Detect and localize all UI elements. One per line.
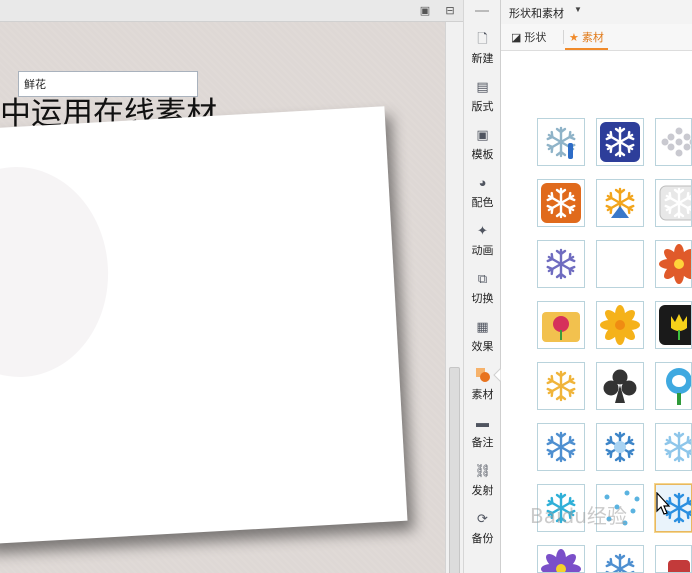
tab-shapes[interactable]: ◪ 形状 — [511, 28, 546, 50]
material-thumb-snowflake-dots[interactable] — [655, 118, 692, 166]
tool-label: 素材 — [471, 388, 494, 401]
paper-shading — [0, 162, 114, 382]
chevron-down-icon[interactable]: ▼ — [574, 5, 582, 14]
blank-icon — [597, 241, 643, 287]
tool-label: 动画 — [471, 244, 494, 257]
mouse-cursor-icon — [656, 492, 671, 515]
new-doc-icon: 🗋 — [477, 31, 488, 46]
tool-label: 模板 — [471, 148, 494, 161]
tool-label: 新建 — [471, 52, 494, 65]
material-thumb-fire-flower[interactable] — [655, 362, 692, 410]
material-icon — [475, 367, 491, 383]
tool-label: 发射 — [471, 484, 494, 497]
tab-divider — [563, 30, 564, 44]
material-thumb-red-partial[interactable] — [655, 545, 692, 573]
vertical-scrollbar[interactable] — [445, 22, 463, 573]
material-thumb-snowflake-purple-outline[interactable] — [537, 240, 585, 288]
tool-effect[interactable]: ▦ 效果 — [464, 319, 501, 365]
template-icon: ▣ — [476, 127, 489, 142]
palette-icon: ◕ — [478, 175, 487, 190]
snowflake-gold-blue-icon — [605, 187, 635, 219]
layout-icon: ▤ — [476, 79, 489, 94]
material-thumb-snowflake-thermometer[interactable] — [537, 118, 585, 166]
snowflake-purple-outline-icon — [546, 248, 576, 280]
star-icon: ★ — [569, 31, 579, 44]
material-thumb-snowflake-orange-square[interactable] — [537, 179, 585, 227]
restore-icon[interactable]: ▣ — [418, 4, 432, 18]
material-thumb-snowflake-grey-button[interactable] — [655, 179, 692, 227]
transition-icon: ⧉ — [477, 271, 488, 286]
snowflake-partial-icon — [605, 553, 635, 572]
material-thumb-hibiscus-flower[interactable] — [655, 240, 692, 288]
tool-label: 备注 — [471, 436, 494, 449]
material-thumb-blank[interactable] — [596, 240, 644, 288]
tool-label: 切换 — [471, 292, 494, 305]
tool-animation[interactable]: ✦ 动画 — [464, 223, 501, 269]
panel-title: 形状和素材 — [509, 7, 564, 20]
tool-layout[interactable]: ▤ 版式 — [464, 79, 501, 125]
material-thumb-yellow-flower[interactable] — [596, 301, 644, 349]
tool-link[interactable]: ⛓ 发射 — [464, 463, 501, 509]
top-toolbar: ▣ ⊟ — [0, 0, 463, 22]
active-indicator — [493, 368, 501, 382]
panel-tabs: ◪ 形状 ★ 素材 — [501, 24, 692, 51]
material-thumb-club-suit[interactable] — [596, 362, 644, 410]
snowflake-blue-square-icon — [600, 122, 640, 162]
backup-icon: ⟳ — [477, 511, 488, 526]
snowflake-grey-button-icon — [659, 185, 691, 221]
tool-new-doc[interactable]: 🗋 新建 — [464, 31, 501, 77]
material-thumb-tulip-black-icon[interactable] — [655, 301, 692, 349]
tab-shapes-label: 形状 — [524, 31, 547, 44]
club-suit-icon — [603, 369, 637, 403]
snowflake-orange-square-icon — [541, 183, 581, 223]
panel-header[interactable]: 形状和素材 ▼ — [501, 0, 692, 24]
fire-flower-icon — [666, 368, 691, 405]
material-thumb-snowflake-partial[interactable] — [596, 545, 644, 573]
grip-handle[interactable] — [475, 10, 489, 12]
tool-label: 配色 — [471, 196, 494, 209]
tool-transition[interactable]: ⧉ 切换 — [464, 271, 501, 317]
tab-material-label: 素材 — [581, 31, 604, 44]
tool-palette[interactable]: ◕ 配色 — [464, 175, 501, 221]
snowflake-thermometer-icon — [546, 126, 576, 159]
pin-icon[interactable]: ⊟ — [443, 4, 457, 18]
tool-label: 效果 — [471, 340, 494, 353]
effect-icon: ▦ — [476, 319, 489, 334]
slide-paper[interactable] — [0, 106, 408, 545]
snowflake-light-icon — [664, 431, 691, 463]
note-icon: ▬ — [476, 415, 489, 430]
material-thumb-snowflake-blue-square[interactable] — [596, 118, 644, 166]
material-thumb-snowflake-gold[interactable] — [537, 362, 585, 410]
material-thumb-snowflake-gold-blue[interactable] — [596, 179, 644, 227]
snowflake-dots-icon — [661, 127, 691, 157]
material-thumb-purple-flower[interactable] — [537, 545, 585, 573]
material-thumb-snowflake-light[interactable] — [655, 423, 692, 471]
snowflake-gold-icon — [546, 370, 576, 402]
yellow-flower-icon — [600, 305, 640, 345]
shapes-icon: ◪ — [511, 31, 522, 44]
tulip-black-icon-icon — [659, 305, 691, 345]
material-thumb-snowflake-blue-gradient[interactable] — [596, 423, 644, 471]
snowflake-blue-gradient-icon — [605, 431, 635, 463]
hibiscus-flower-icon — [659, 244, 691, 284]
material-search-input[interactable] — [18, 71, 198, 97]
snowflake-blue-outline-icon — [546, 431, 576, 463]
tool-note[interactable]: ▬ 备注 — [464, 415, 501, 461]
tool-label: 版式 — [471, 100, 494, 113]
link-icon: ⛓ — [474, 463, 492, 478]
animation-icon: ✦ — [477, 223, 488, 238]
material-thumb-flower-folder[interactable] — [537, 301, 585, 349]
red-partial-icon — [668, 560, 690, 572]
scroll-thumb[interactable] — [449, 367, 460, 573]
tab-material[interactable]: ★ 素材 — [565, 28, 608, 50]
purple-flower-icon — [541, 549, 581, 572]
tool-label: 备份 — [471, 532, 494, 545]
tool-template[interactable]: ▣ 模板 — [464, 127, 501, 173]
watermark: Baidu经验 — [530, 504, 627, 528]
material-thumb-snowflake-blue-outline[interactable] — [537, 423, 585, 471]
flower-folder-icon — [542, 312, 580, 342]
tool-backup[interactable]: ⟳ 备份 — [464, 511, 501, 557]
